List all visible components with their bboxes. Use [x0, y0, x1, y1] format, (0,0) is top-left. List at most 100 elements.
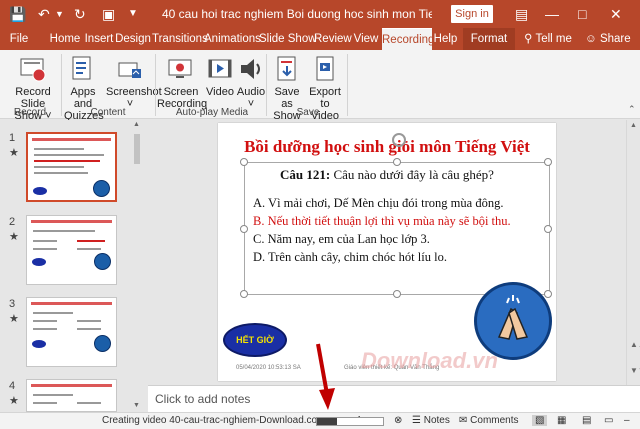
animation-star-icon: ★ [9, 395, 19, 407]
screen-recording-button[interactable]: Screen Recording [157, 54, 207, 110]
export-progress-bar [316, 417, 384, 426]
save-as-show-icon [277, 56, 296, 81]
scrollbar-thumb[interactable] [134, 134, 140, 164]
tab-format[interactable]: Format [463, 28, 515, 50]
comments-label: Comments [470, 415, 519, 426]
ribbon-tabs: File Home Insert Design Transitions Anim… [0, 28, 640, 50]
group-label-content: Content [90, 107, 126, 118]
slide-show-view-icon[interactable]: ▭ [604, 415, 613, 426]
scroll-up-icon[interactable]: ▲ [630, 122, 637, 129]
slide-number: 2 [9, 216, 16, 228]
scroll-down-icon[interactable]: ▼ [133, 402, 140, 409]
screenshot-button[interactable]: Screenshot ˅ [106, 54, 162, 110]
share-button[interactable]: ☺ Share [585, 28, 631, 50]
slide-thumbnail-2[interactable] [26, 215, 117, 285]
question-text-box[interactable]: Câu 121: Câu nào dưới đây là câu ghép? A… [240, 133, 552, 298]
notes-label: Notes [423, 415, 450, 426]
tab-home[interactable]: Home [48, 28, 82, 50]
export-to-video-label-1: Export [309, 86, 341, 98]
video-label: Video [206, 86, 234, 98]
tab-review[interactable]: Review [314, 28, 352, 50]
collapse-ribbon-icon[interactable]: ⌃ [628, 104, 636, 115]
export-to-video-icon [316, 56, 334, 81]
tell-me-search[interactable]: ⚲ Tell me [523, 28, 573, 50]
share-icon: ☺ [585, 33, 600, 45]
rotate-handle-icon[interactable] [392, 133, 406, 147]
slide-thumbnail-1[interactable] [26, 132, 117, 202]
tab-recording[interactable]: Recording [382, 28, 434, 50]
thumb-line [33, 240, 57, 242]
tab-help[interactable]: Help [433, 28, 458, 50]
answer-c: C. Năm nay, em của Lan học lớp 3. [253, 232, 430, 246]
present-icon[interactable]: ▣ [102, 4, 115, 24]
tab-slide-show[interactable]: Slide Show [259, 28, 317, 50]
maximize-icon[interactable]: □ [578, 4, 586, 24]
slide-thumbnail-4[interactable] [26, 379, 117, 412]
thumb-line [33, 394, 73, 396]
tab-design[interactable]: Design [115, 28, 151, 50]
resize-handle[interactable] [240, 225, 248, 233]
lightbulb-icon: ⚲ [524, 33, 536, 45]
group-label-auto-play-media: Auto-play Media [175, 107, 249, 118]
thumb-line [33, 402, 57, 404]
answer-a: A. Vì mải chơi, Dế Mèn chịu đói trong mù… [253, 196, 504, 210]
thumb-line [77, 402, 101, 404]
animation-star-icon: ★ [9, 147, 19, 159]
thumb-clap-image [94, 335, 111, 352]
slide-sorter-view-icon[interactable]: ▦ [557, 415, 566, 426]
time-up-badge[interactable]: HẾT GIỜ [223, 323, 287, 357]
tab-file[interactable]: File [2, 28, 36, 50]
slide-thumbnail-3[interactable] [26, 297, 117, 367]
resize-handle[interactable] [240, 158, 248, 166]
resize-handle[interactable] [393, 290, 401, 298]
slide-title[interactable]: Bồi dưỡng học sinh giỏi môn Tiếng Việt [218, 137, 556, 157]
tab-view[interactable]: View [351, 28, 381, 50]
customize-toolbar-icon[interactable]: ▼ [128, 4, 138, 24]
previous-slide-icon[interactable]: ▲▲ [630, 340, 640, 349]
thumb-line [33, 320, 57, 322]
resize-handle[interactable] [544, 225, 552, 233]
resize-handle[interactable] [393, 158, 401, 166]
apps-quizzes-icon [72, 56, 91, 80]
reading-view-icon[interactable]: ▤ [582, 415, 591, 426]
notes-button[interactable]: ☰ Notes [412, 415, 450, 426]
tab-animations[interactable]: Animations [204, 28, 261, 50]
comments-button[interactable]: ✉ Comments [459, 415, 519, 426]
thumb-line [34, 166, 84, 168]
audio-button[interactable]: Audio ˅ [236, 54, 266, 110]
notes-placeholder[interactable]: Click to add notes [155, 392, 250, 406]
status-bar: Creating video 40-cau-trac-nghiem-Downlo… [0, 412, 640, 429]
redo-icon[interactable]: ↻ [74, 4, 86, 24]
notes-pane[interactable]: Click to add notes [148, 385, 640, 412]
save-icon[interactable]: 💾 [9, 4, 26, 24]
cancel-export-icon[interactable]: ⊗ [394, 415, 402, 426]
minimize-icon[interactable]: — [545, 4, 559, 24]
video-button[interactable]: Video [204, 54, 236, 98]
next-slide-icon[interactable]: ▼▼ [630, 366, 640, 375]
thumbnails-scrollbar[interactable]: ▲ ▼ [131, 120, 143, 412]
thumb-title [31, 302, 112, 305]
zoom-out-icon[interactable]: – [624, 415, 630, 426]
resize-handle[interactable] [240, 290, 248, 298]
resize-handle[interactable] [544, 158, 552, 166]
undo-dropdown-icon[interactable]: ▼ [55, 4, 64, 24]
screen-recording-label-1: Screen [163, 86, 199, 98]
tab-insert[interactable]: Insert [83, 28, 115, 50]
question-text: Câu nào dưới đây là câu ghép? [333, 167, 494, 182]
tab-transitions[interactable]: Transitions [152, 28, 208, 50]
close-icon[interactable]: ✕ [610, 4, 622, 24]
sign-in-button[interactable]: Sign in [451, 5, 493, 23]
thumb-title [31, 384, 112, 387]
animation-star-icon: ★ [9, 231, 19, 243]
group-divider [347, 54, 348, 116]
undo-icon[interactable]: ↶ [38, 4, 50, 24]
video-icon [208, 59, 232, 78]
answer-b: B. Nếu thời tiết thuận lợi thì vụ mùa nà… [253, 214, 511, 228]
ribbon-display-icon[interactable]: ▤ [515, 4, 528, 24]
normal-view-icon[interactable]: ▧ [532, 415, 548, 426]
slide-scrollbar[interactable]: ▲ ▲▲ ▼▼ [626, 120, 640, 385]
thumb-line [34, 172, 88, 174]
animation-star-icon: ★ [9, 313, 19, 325]
slide-canvas[interactable]: Bồi dưỡng học sinh giỏi môn Tiếng Việt C… [218, 123, 556, 381]
scroll-up-icon[interactable]: ▲ [133, 121, 140, 128]
